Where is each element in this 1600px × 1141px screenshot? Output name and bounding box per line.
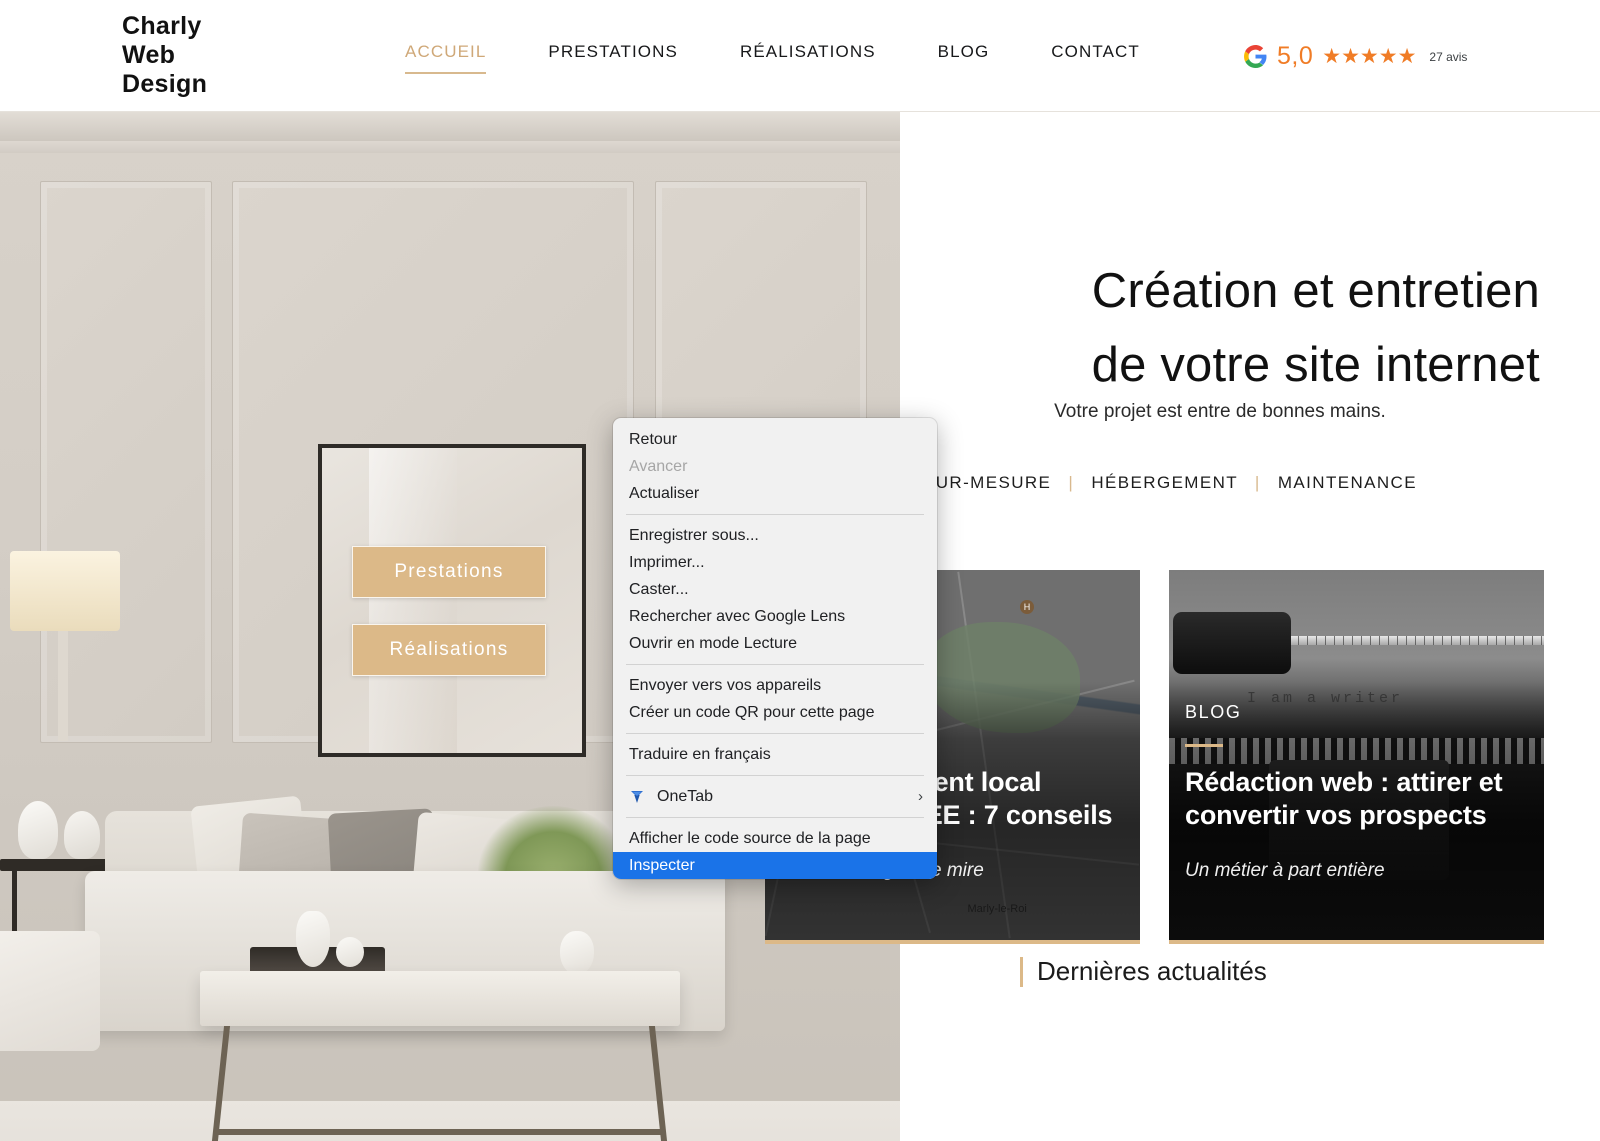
tag-separator-2: | [1254,473,1261,492]
rating-score: 5,0 [1277,42,1314,70]
context-menu-item-enregistrer-sous[interactable]: Enregistrer sous... [613,522,937,549]
logo-line-3: Design [122,70,208,98]
context-menu-item-retour[interactable]: Retour [613,426,937,453]
news-section-title: Dernières actualités [1037,956,1267,986]
hero-subtitle: Votre projet est entre de bonnes mains. [1054,401,1386,422]
nav-item-contact[interactable]: CONTACT [1051,42,1140,74]
rating-stars: ★★★★★ [1322,45,1417,68]
context-menu-item-avancer: Avancer [629,457,688,475]
ceiling-cornice [0,111,900,142]
chevron-right-icon: › [918,788,923,805]
context-menu-item-envoyer-appareils[interactable]: Envoyer vers vos appareils [613,672,937,699]
nav-item-realisations[interactable]: RÉALISATIONS [740,42,876,74]
headline-line-2: de votre site internet [1091,337,1540,392]
context-menu-item-imprimer[interactable]: Imprimer... [613,549,937,576]
logo-line-1: Charly [122,12,202,40]
logo-line-2: Web [122,41,176,69]
onetab-icon [629,789,649,805]
typewriter-ruler [1289,636,1544,645]
ceiling-cornice-secondary [0,141,900,153]
news-section-heading: Dernières actualités [1020,956,1267,987]
hero-content-panel: Création et entretien de votre site inte… [765,111,1600,1141]
hero-cta-group: Prestations Réalisations [352,546,546,702]
context-menu-item-traduire[interactable]: Traduire en français [613,741,937,768]
context-menu-separator-5 [626,817,924,818]
browser-context-menu[interactable]: Retour Avancer Actualiser Enregistrer so… [613,418,937,879]
context-menu-item-actualiser[interactable]: Actualiser [613,480,937,507]
site-logo[interactable]: Charly Web Design [122,12,207,99]
service-tag-maintenance: MAINTENANCE [1277,473,1417,492]
google-rating-widget[interactable]: 5,0 ★★★★★ 27 avis [1243,42,1467,71]
nav-item-blog[interactable]: BLOG [938,42,990,74]
map-poi-hospital-icon: H [1020,599,1034,614]
google-icon [1244,45,1267,68]
context-menu-separator-1 [626,514,924,515]
site-header: Charly Web Design ACCUEIL PRESTATIONS RÉ… [0,0,1600,112]
rating-review-count: 27 avis [1429,49,1468,64]
context-menu-separator-2 [626,664,924,665]
context-menu-item-caster[interactable]: Caster... [613,576,937,603]
decor-object-3 [560,931,594,975]
coffee-table [200,971,680,1026]
lamp-shade [10,551,120,631]
nav-item-accueil[interactable]: ACCUEIL [405,42,487,74]
coffee-table-base [218,1129,661,1135]
context-menu-separator-4 [626,775,924,776]
card-category-label: BLOG [1185,702,1242,722]
rug [0,1101,900,1141]
card-title: Rédaction web : attirer et convertir vos… [1185,767,1503,830]
lamp-stem [58,631,68,741]
main-navigation: ACCUEIL PRESTATIONS RÉALISATIONS BLOG CO… [405,42,1202,74]
decorative-vase-2 [64,811,100,859]
decorative-vase-1 [18,801,58,859]
context-menu-item-onetab-label: OneTab [657,787,714,805]
news-card-blog[interactable]: I am a writer BLOG Rédaction web : attir… [1169,570,1544,944]
side-table-top [0,859,120,871]
decor-object-2 [336,937,364,967]
armchair [0,931,100,1051]
hero-button-realisations[interactable]: Réalisations [352,624,546,676]
tag-separator-1: | [1068,473,1075,492]
service-tag-hebergement: HÉBERGEMENT [1091,473,1238,492]
context-menu-item-afficher-source[interactable]: Afficher le code source de la page [613,825,937,852]
context-menu-item-code-qr[interactable]: Créer un code QR pour cette page [613,699,937,726]
news-accent-bar [1020,956,1023,987]
nav-item-prestations[interactable]: PRESTATIONS [548,42,678,74]
context-menu-item-google-lens[interactable]: Rechercher avec Google Lens [613,603,937,630]
context-menu-item-onetab[interactable]: OneTab › [613,783,937,810]
context-menu-separator-3 [626,733,924,734]
service-tag-sur-mesure: SUR-MESURE [923,473,1052,492]
headline-line-1: Création et entretien [1091,263,1540,318]
hero-button-prestations[interactable]: Prestations [352,546,546,598]
card-subtitle: Un métier à part entière [1185,860,1385,881]
typewriter-roller-knob [1173,612,1291,674]
page-title: Création et entretien de votre site inte… [740,254,1540,402]
context-menu-item-inspecter[interactable]: Inspecter [613,852,937,879]
decor-object-1 [296,911,330,967]
card-accent-rule [1185,744,1223,747]
context-menu-item-mode-lecture[interactable]: Ouvrir en mode Lecture [613,630,937,657]
